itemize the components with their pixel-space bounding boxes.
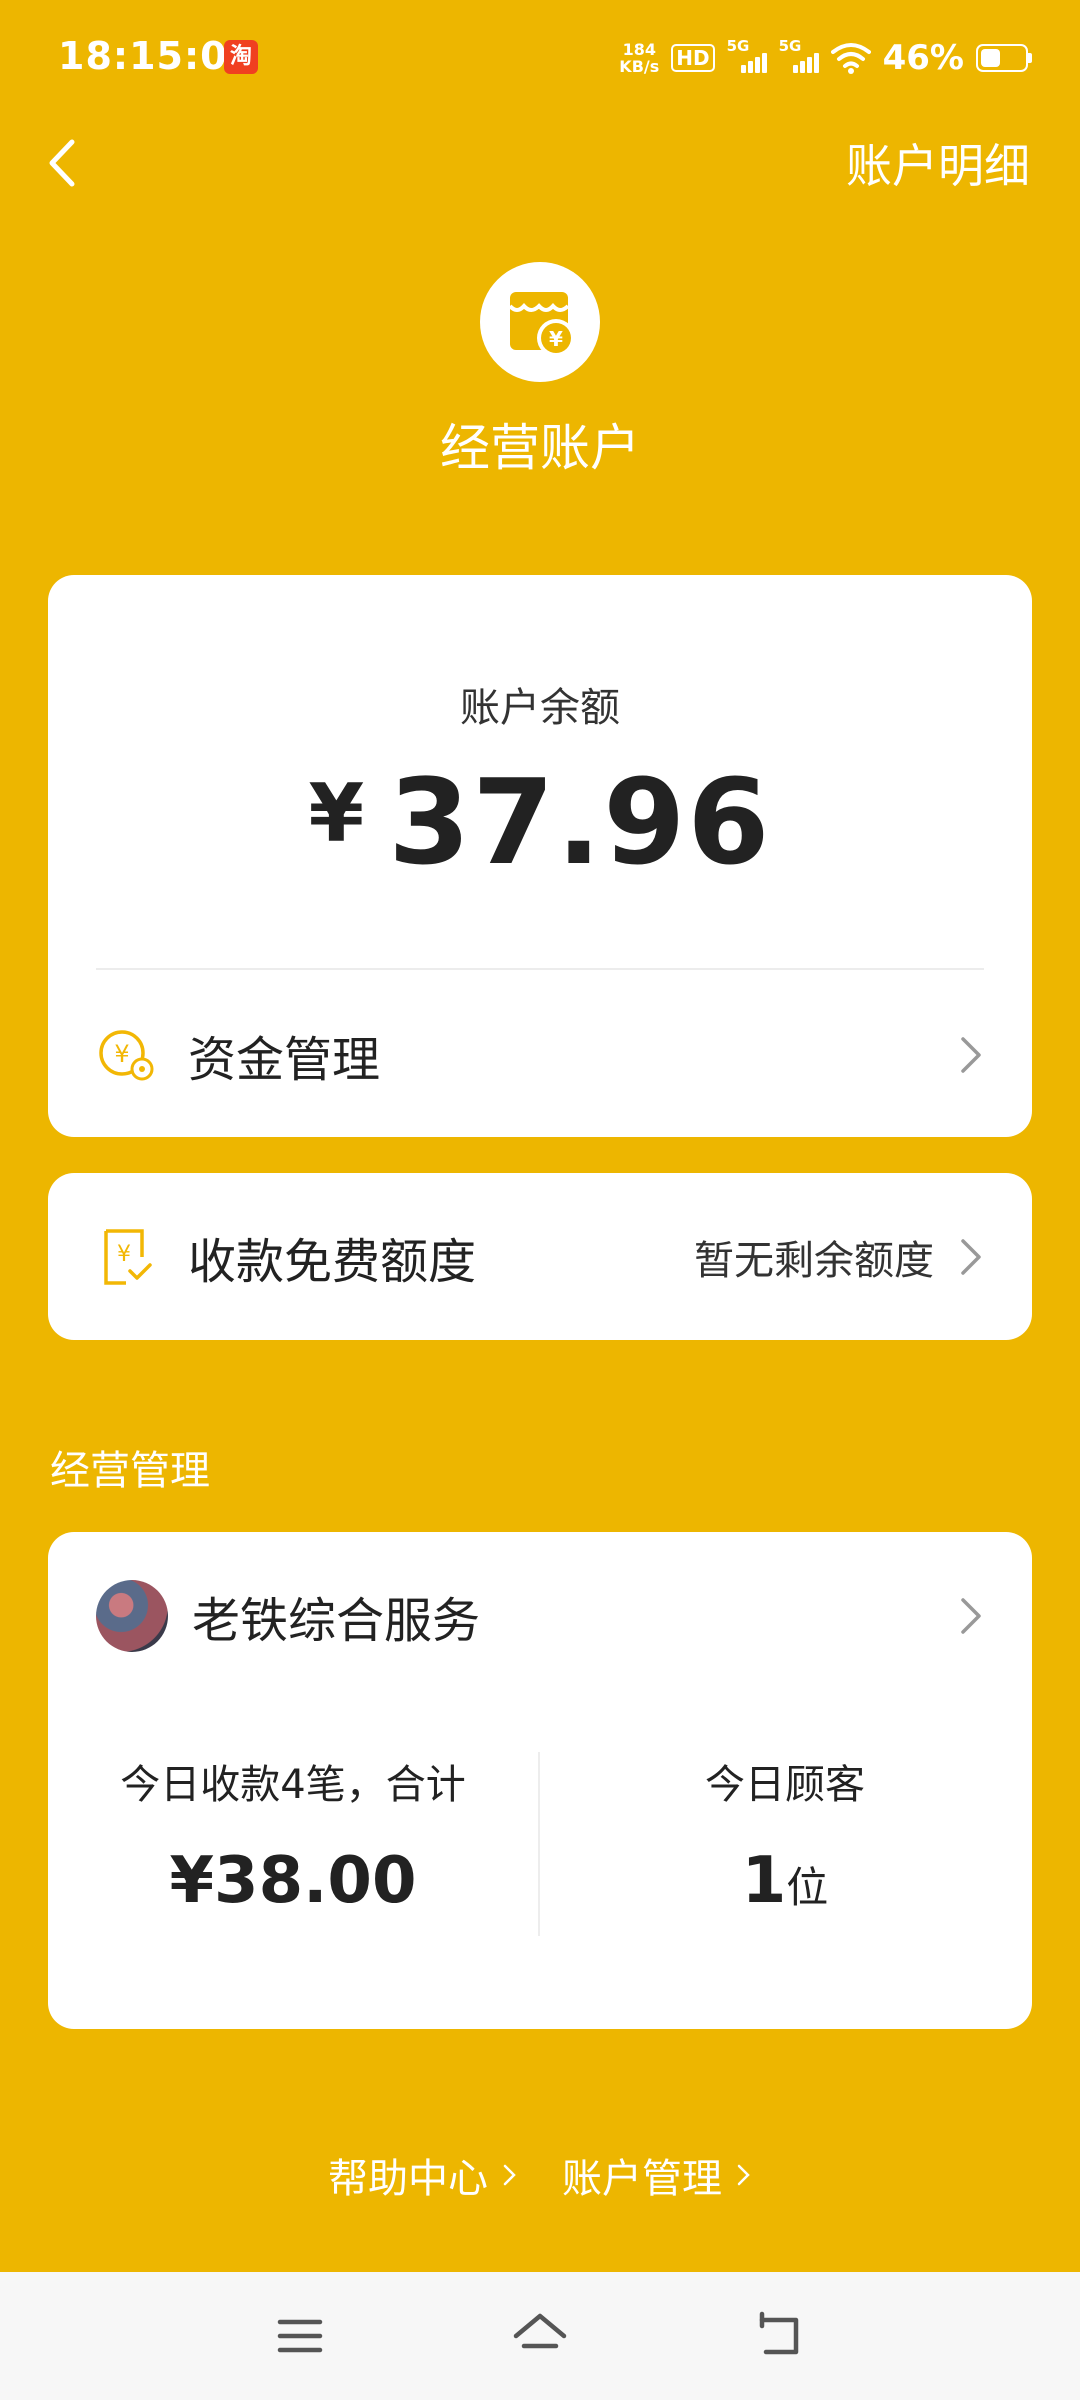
balance-card: 账户余额 ¥37.96 ¥ 资金管理 xyxy=(48,575,1032,1137)
home-icon[interactable] xyxy=(510,2306,570,2366)
chevron-right-icon xyxy=(961,1598,981,1634)
signal-icon: 5G xyxy=(779,37,819,75)
today-income-stat: 今日收款4笔，合计 ¥38.00 xyxy=(48,1752,538,1918)
today-customers-stat: 今日顾客 1位 xyxy=(540,1752,1030,1918)
free-quota-label: 收款免费额度 xyxy=(188,1234,477,1290)
taobao-app-icon: 淘 xyxy=(224,40,258,74)
help-center-link[interactable]: 帮助中心 xyxy=(328,2146,518,2204)
fund-management-label: 资金管理 xyxy=(188,1032,381,1088)
battery-percent: 46% xyxy=(882,38,964,78)
footer-links: 帮助中心 账户管理 xyxy=(0,2146,1080,2204)
fund-management-row[interactable]: ¥ 资金管理 xyxy=(96,1015,984,1095)
page-title: 经营账户 xyxy=(440,419,640,477)
balance-amount: ¥37.96 xyxy=(308,753,772,891)
account-management-link[interactable]: 账户管理 xyxy=(562,2146,752,2204)
store-name: 老铁综合服务 xyxy=(192,1593,481,1649)
today-customers-label: 今日顾客 xyxy=(705,1762,865,1808)
status-indicators: 184 KB/s HD 5G 5G 46% xyxy=(619,30,1032,86)
section-title: 经营管理 xyxy=(50,1448,210,1494)
today-customers-value: 1位 xyxy=(741,1844,829,1918)
account-details-link[interactable]: 账户明细 xyxy=(846,130,1030,196)
menu-icon[interactable] xyxy=(270,2306,330,2366)
store-card: 老铁综合服务 今日收款4笔，合计 ¥38.00 今日顾客 1位 xyxy=(48,1532,1032,2029)
balance-label: 账户余额 xyxy=(460,685,620,731)
chevron-right-icon xyxy=(961,1037,981,1073)
svg-text:¥: ¥ xyxy=(114,1040,129,1068)
svg-text:¥: ¥ xyxy=(117,1242,131,1267)
system-nav-bar xyxy=(0,2272,1080,2400)
store-icon: ¥ xyxy=(480,262,600,382)
free-quota-value: 暂无剩余额度 xyxy=(694,1238,934,1284)
store-avatar xyxy=(96,1580,168,1652)
chevron-right-icon xyxy=(737,2164,750,2186)
receipt-icon: ¥ xyxy=(104,1229,152,1285)
chevron-right-icon xyxy=(503,2164,516,2186)
divider xyxy=(96,968,984,970)
battery-icon xyxy=(976,44,1032,72)
chevron-right-icon xyxy=(961,1239,981,1275)
store-row[interactable]: 老铁综合服务 xyxy=(96,1576,984,1656)
today-income-value: ¥38.00 xyxy=(169,1844,417,1918)
svg-text:¥: ¥ xyxy=(549,327,563,351)
hd-badge: HD xyxy=(671,44,715,72)
fund-management-icon: ¥ xyxy=(99,1030,154,1081)
signal-icon: 5G xyxy=(727,37,767,75)
chevron-left-icon xyxy=(49,139,75,187)
free-quota-card[interactable]: ¥ 收款免费额度 暂无剩余额度 xyxy=(48,1173,1032,1340)
network-speed: 184 KB/s xyxy=(619,40,660,76)
wifi-icon xyxy=(830,43,871,74)
free-quota-row[interactable]: ¥ 收款免费额度 暂无剩余额度 xyxy=(96,1217,984,1297)
back-nav-icon[interactable] xyxy=(750,2306,810,2366)
back-button[interactable] xyxy=(40,128,90,198)
today-income-label: 今日收款4笔，合计 xyxy=(120,1762,466,1808)
